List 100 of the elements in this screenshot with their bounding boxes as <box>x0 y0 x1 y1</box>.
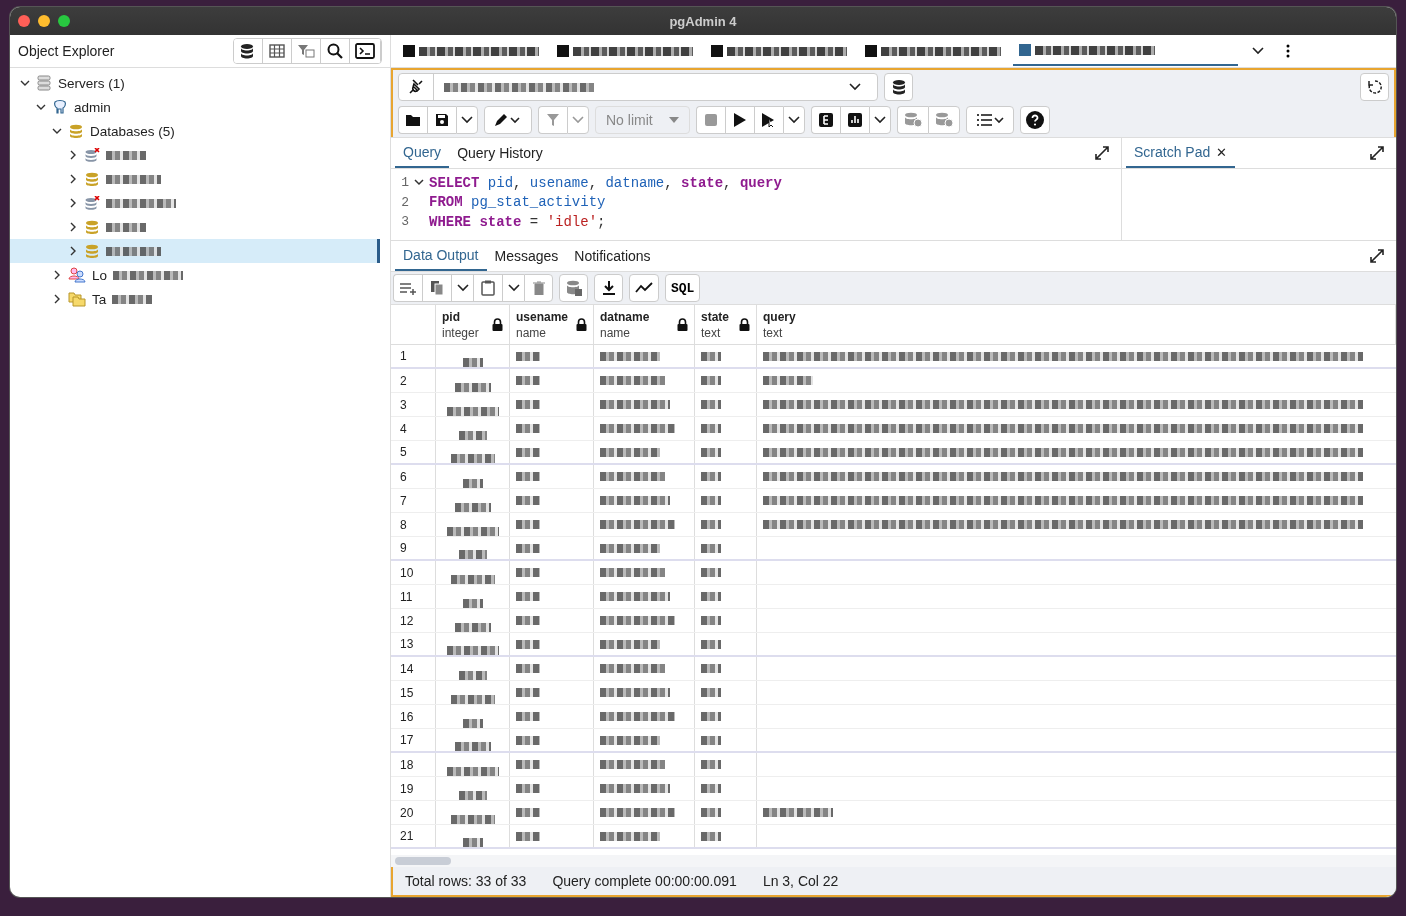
tree-item[interactable]: admin <box>10 95 390 119</box>
play-cursor-icon[interactable] <box>754 106 783 134</box>
blurred-text <box>454 503 491 512</box>
rollback-icon[interactable] <box>928 106 960 134</box>
tree-label: Ta <box>92 291 107 307</box>
tree-item[interactable]: Databases (5) <box>10 119 390 143</box>
fold-icon[interactable] <box>414 178 424 187</box>
add-row-icon[interactable] <box>393 274 422 302</box>
row-number: 20 <box>391 801 436 824</box>
row-number: 12 <box>391 609 436 632</box>
blurred-text <box>446 646 499 655</box>
chevron-icon[interactable] <box>52 294 62 304</box>
output-tab[interactable]: Messages <box>486 241 567 271</box>
scratch-pad-tab[interactable]: Scratch Pad ✕ <box>1126 138 1236 168</box>
row-number: 16 <box>391 705 436 728</box>
database-icon <box>68 124 84 138</box>
chevron-icon[interactable] <box>68 174 78 184</box>
zoom-light[interactable] <box>58 15 70 27</box>
filter-icon[interactable] <box>538 106 567 134</box>
commit-icon[interactable] <box>897 106 928 134</box>
blurred-text <box>701 351 721 361</box>
column-type: text <box>763 324 784 341</box>
blurred-text <box>701 688 721 697</box>
chevron-icon[interactable] <box>68 246 78 256</box>
blurred-text <box>516 639 540 649</box>
delete-icon[interactable] <box>524 274 553 302</box>
tree-item[interactable] <box>10 239 380 263</box>
chevron-icon[interactable] <box>52 270 62 280</box>
explain-icon[interactable] <box>811 106 840 134</box>
pencil-icon[interactable] <box>484 106 532 134</box>
list-icon[interactable] <box>966 106 1014 134</box>
blurred-text <box>462 479 483 488</box>
blurred-text <box>516 568 540 577</box>
blurred-text <box>454 623 491 632</box>
graph-icon[interactable] <box>629 274 659 302</box>
chart-icon[interactable] <box>840 106 869 134</box>
editor-tab[interactable]: Query History <box>449 138 551 168</box>
blurred-text <box>458 671 487 680</box>
blurred-text <box>701 568 721 577</box>
blurred-text <box>106 174 161 184</box>
blurred-text <box>600 639 660 649</box>
minimize-light[interactable] <box>38 15 50 27</box>
code-line: SELECT pid, usename, datname, state, query <box>429 174 782 191</box>
expand-icon[interactable] <box>1095 146 1109 160</box>
database-icon <box>84 220 100 234</box>
chevron-icon[interactable] <box>68 222 78 232</box>
caret-icon[interactable] <box>869 106 891 134</box>
line-number: 3 <box>400 214 409 230</box>
blurred-text <box>462 838 483 847</box>
help-icon[interactable] <box>1020 106 1050 134</box>
refresh-icon[interactable] <box>1360 73 1389 101</box>
row-number: 14 <box>391 657 436 680</box>
download-icon[interactable] <box>594 274 623 302</box>
blurred-text <box>446 767 499 776</box>
blurred-text <box>600 472 665 481</box>
lock-icon <box>492 318 503 331</box>
expand-icon[interactable] <box>1370 146 1384 160</box>
close-icon[interactable]: ✕ <box>1216 144 1228 160</box>
blurred-text <box>516 496 540 505</box>
caret-icon[interactable] <box>783 106 805 134</box>
column-name: pid <box>442 308 461 325</box>
connection-select[interactable] <box>398 73 878 101</box>
row-number: 9 <box>391 537 436 559</box>
blurred-text <box>446 527 499 536</box>
blurred-text <box>600 568 665 577</box>
chevron-icon[interactable] <box>20 78 30 88</box>
chevron-icon[interactable] <box>36 102 46 112</box>
blurred-text <box>600 688 670 697</box>
tree-item[interactable]: Ta <box>10 287 390 311</box>
caret-icon[interactable] <box>451 274 473 302</box>
expand-icon[interactable] <box>1370 249 1384 263</box>
database-icon[interactable] <box>234 39 263 63</box>
caret-icon[interactable] <box>456 106 478 134</box>
save-data-icon[interactable] <box>559 274 588 302</box>
more-icon[interactable] <box>1286 44 1290 58</box>
disconnected-database-icon <box>84 148 100 162</box>
blurred-text <box>462 358 483 367</box>
caret-icon[interactable] <box>502 274 524 302</box>
tree-label: Servers (1) <box>58 75 125 91</box>
blurred-text <box>516 712 540 721</box>
output-tab[interactable]: Notifications <box>566 241 659 271</box>
tree-label: Lo <box>92 267 108 283</box>
chevron-icon[interactable] <box>68 198 78 208</box>
chevron-icon[interactable] <box>68 150 78 160</box>
chevron-icon[interactable] <box>52 126 62 136</box>
folder-icon[interactable] <box>398 106 427 134</box>
database-icon[interactable] <box>884 73 913 101</box>
blurred-text <box>462 719 483 728</box>
tree-item[interactable]: Lo <box>10 263 390 287</box>
blurred-text <box>516 472 540 481</box>
scrollbar-thumb[interactable] <box>395 857 451 865</box>
blurred-text <box>516 616 540 625</box>
chevron-down-icon[interactable] <box>1252 47 1264 55</box>
close-light[interactable] <box>18 15 30 27</box>
copy-icon[interactable] <box>422 274 451 302</box>
sql-button[interactable]: SQL <box>665 274 701 302</box>
paste-icon[interactable] <box>473 274 502 302</box>
save-icon[interactable] <box>427 106 456 134</box>
play-icon[interactable] <box>725 106 754 134</box>
tree-item[interactable]: Servers (1) <box>10 71 390 95</box>
